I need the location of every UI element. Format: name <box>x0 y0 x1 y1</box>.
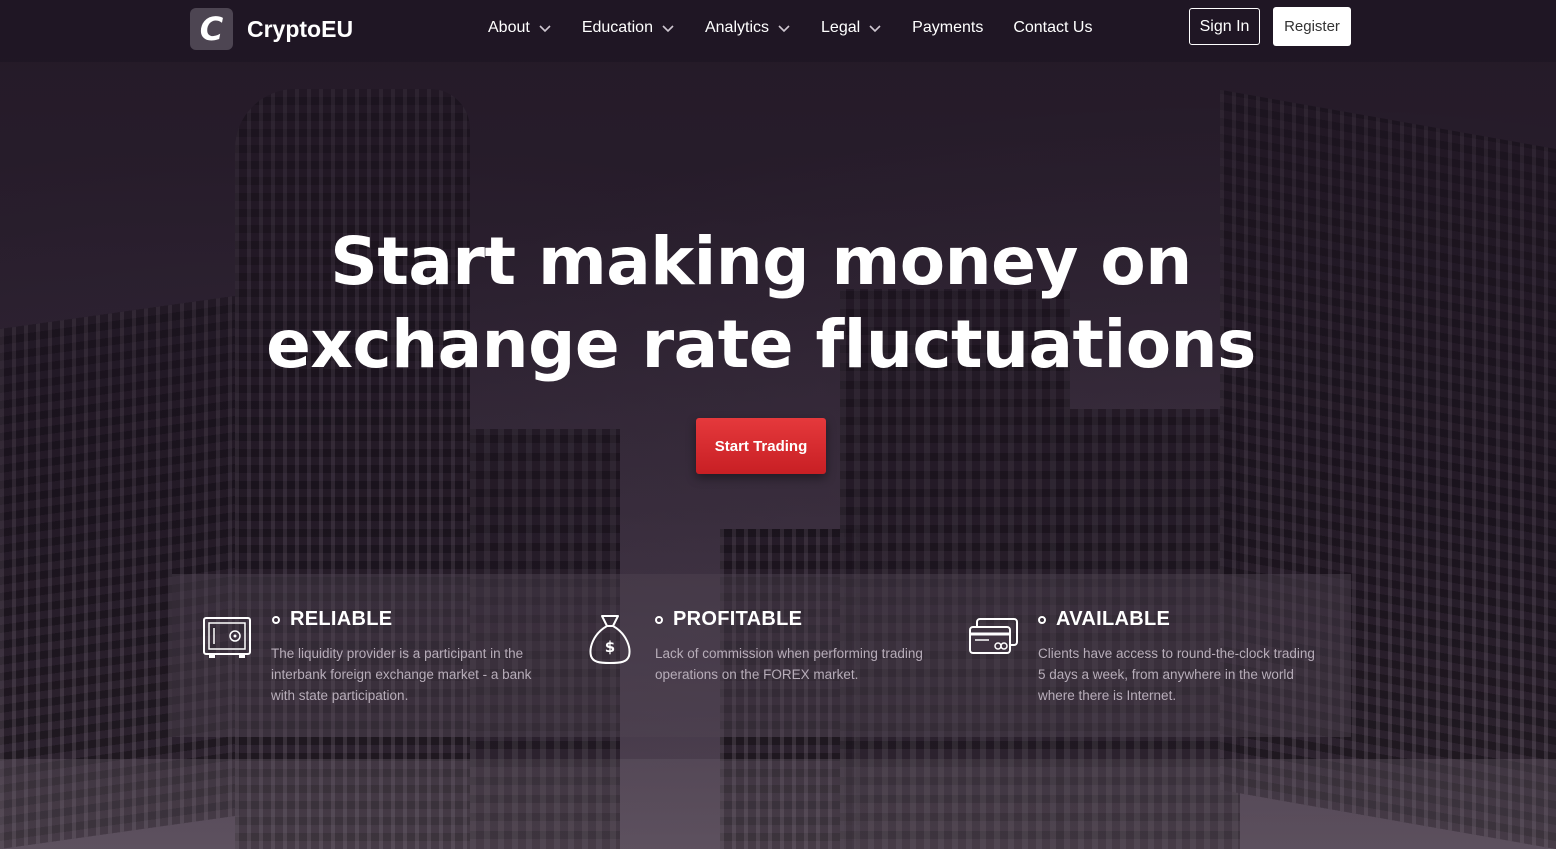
bullet-icon <box>655 615 663 624</box>
nav-analytics-label: Analytics <box>704 19 770 36</box>
hero-title-line-2: exchange rate fluctuations <box>266 306 1256 383</box>
nav-contact-us[interactable]: Contact Us <box>1013 19 1092 37</box>
register-button[interactable]: Register <box>1273 7 1351 46</box>
feature-profitable-title: PROFITABLE <box>655 608 802 631</box>
nav-analytics[interactable]: Analytics <box>705 19 791 37</box>
logo-mark-icon: C <box>190 8 233 50</box>
hero-title-line-1: Start making money on <box>330 223 1192 300</box>
sign-in-button[interactable]: Sign In <box>1189 8 1260 45</box>
feature-reliable: RELIABLE The liquidity provider is a par… <box>172 574 562 737</box>
feature-available-description: Clients have access to round-the-clock t… <box>1038 646 1315 703</box>
feature-reliable-title: RELIABLE <box>272 608 392 631</box>
feature-title-text: AVAILABLE <box>1056 608 1171 630</box>
hero-title: Start making money on exchange rate fluc… <box>0 220 1522 386</box>
bullet-icon <box>1038 615 1046 624</box>
nav-legal-label: Legal <box>821 19 861 36</box>
chevron-down-icon <box>538 21 552 35</box>
chevron-down-icon <box>777 21 791 35</box>
nav-legal[interactable]: Legal <box>821 19 882 37</box>
nav-about[interactable]: About <box>488 19 552 37</box>
feature-profitable: $ PROFITABLE Lack of commission when per… <box>562 574 952 737</box>
nav-education[interactable]: Education <box>582 19 675 37</box>
start-trading-button[interactable]: Start Trading <box>696 418 826 474</box>
safe-icon <box>201 614 255 668</box>
feature-available-title: AVAILABLE <box>1038 608 1170 631</box>
feature-title-text: PROFITABLE <box>673 608 803 630</box>
nav-education-label: Education <box>581 19 653 36</box>
nav-payments[interactable]: Payments <box>912 19 983 37</box>
nav-contact-us-label: Contact Us <box>1013 19 1093 36</box>
brand-name: CryptoEU <box>247 15 354 42</box>
feature-reliable-description: The liquidity provider is a participant … <box>271 646 532 703</box>
nav-payments-label: Payments <box>912 19 984 36</box>
top-navbar: C CryptoEU About Education Analytics Leg… <box>0 0 1556 62</box>
feature-profitable-description: Lack of commission when performing tradi… <box>655 646 923 682</box>
feature-available: AVAILABLE Clients have access to round-t… <box>952 574 1351 737</box>
brand-logo[interactable]: C CryptoEU <box>190 8 353 50</box>
nav-about-label: About <box>488 19 530 36</box>
money-bag-icon: $ <box>587 612 641 666</box>
credit-cards-icon <box>967 616 1021 670</box>
bullet-icon <box>272 615 280 624</box>
svg-text:$: $ <box>605 638 615 656</box>
main-nav: About Education Analytics Legal Payments… <box>488 0 1092 56</box>
chevron-down-icon <box>868 21 882 35</box>
features-strip: RELIABLE The liquidity provider is a par… <box>172 574 1351 737</box>
chevron-down-icon <box>661 21 675 35</box>
feature-title-text: RELIABLE <box>290 608 393 630</box>
